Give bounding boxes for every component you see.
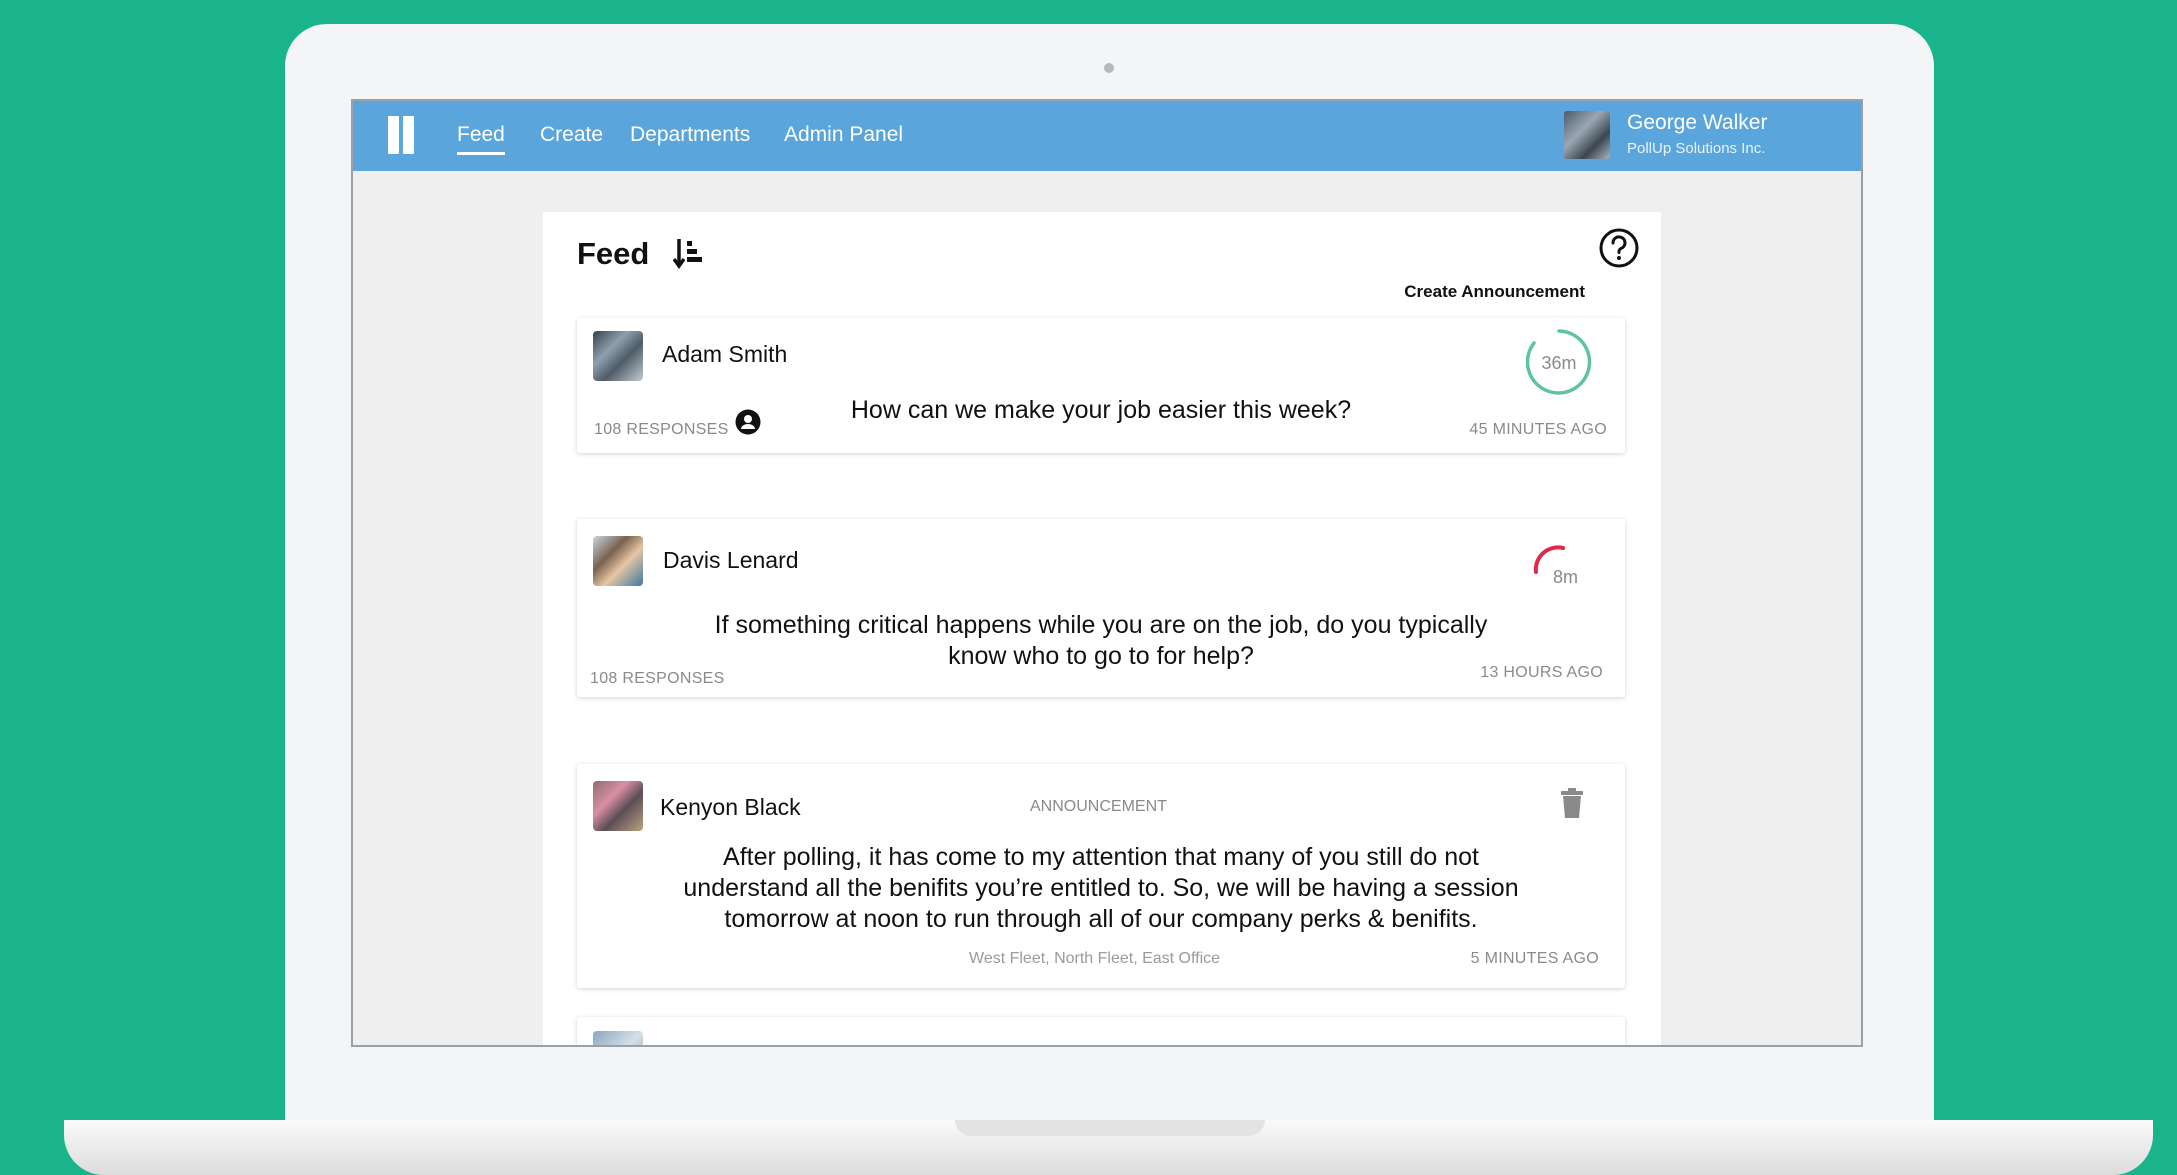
- timer-ring: 8m: [1533, 545, 1578, 587]
- create-announcement-button[interactable]: Create Announcement: [1404, 282, 1585, 302]
- post-author: Adam Smith: [662, 341, 788, 367]
- top-navbar: Feed Create Departments Admin Panel Geor…: [353, 101, 1861, 171]
- announcement-text-line: tomorrow at noon to run through all of o…: [724, 905, 1478, 933]
- author-avatar: [593, 536, 643, 586]
- user-icon: [735, 409, 761, 435]
- nav-departments[interactable]: Departments: [630, 123, 750, 147]
- post-author: Kenyon Black: [660, 794, 801, 820]
- post-time: 45 MINUTES AGO: [1469, 421, 1607, 438]
- post-time: 5 MINUTES AGO: [1470, 950, 1599, 967]
- announcement-departments: West Fleet, North Fleet, East Office: [969, 950, 1221, 967]
- post-card[interactable]: Davis Lenard 8m If something critical ha…: [577, 519, 1625, 697]
- svg-text:8m: 8m: [1553, 567, 1578, 587]
- feed-panel: Feed Create Announcement Adam Smith 36m …: [543, 212, 1661, 1045]
- laptop-base-notch: [955, 1120, 1265, 1136]
- post-card[interactable]: Adam Smith 36m How can we make your job …: [577, 318, 1625, 453]
- announcement-card[interactable]: Kenyon Black ANNOUNCEMENT After polling,…: [577, 764, 1625, 988]
- author-avatar: [593, 781, 643, 831]
- help-icon[interactable]: [1598, 227, 1640, 269]
- timer-ring: 36m: [1526, 329, 1592, 395]
- camera-dot: [1104, 63, 1114, 73]
- announcement-tag: ANNOUNCEMENT: [1030, 798, 1167, 815]
- user-avatar[interactable]: [1564, 111, 1610, 159]
- post-author: Davis Lenard: [663, 547, 799, 573]
- trash-icon[interactable]: [1560, 788, 1584, 818]
- announcement-text-line: After polling, it has come to my attenti…: [723, 843, 1479, 871]
- author-avatar: [593, 331, 643, 381]
- user-company: PollUp Solutions Inc.: [1627, 140, 1766, 157]
- announcement-text-line: understand all the benifits you’re entit…: [683, 874, 1519, 902]
- post-card[interactable]: [577, 1017, 1625, 1045]
- page-title: Feed: [577, 236, 650, 271]
- app-screen: Feed Create Departments Admin Panel Geor…: [351, 99, 1863, 1047]
- user-name[interactable]: George Walker: [1627, 111, 1767, 135]
- svg-text:36m: 36m: [1541, 353, 1576, 373]
- sort-icon[interactable]: [673, 237, 707, 271]
- post-question-line: know who to go to for help?: [948, 642, 1254, 670]
- nav-feed[interactable]: Feed: [457, 123, 505, 155]
- responses-count[interactable]: 108 RESPONSES: [590, 670, 725, 688]
- post-time: 13 HOURS AGO: [1480, 664, 1603, 681]
- nav-create[interactable]: Create: [540, 123, 603, 147]
- post-question-line: If something critical happens while you …: [714, 611, 1488, 639]
- responses-count[interactable]: 108 RESPONSES: [594, 421, 729, 439]
- author-avatar: [593, 1031, 643, 1045]
- nav-admin-panel[interactable]: Admin Panel: [784, 123, 903, 147]
- app-logo-icon[interactable]: [388, 116, 416, 154]
